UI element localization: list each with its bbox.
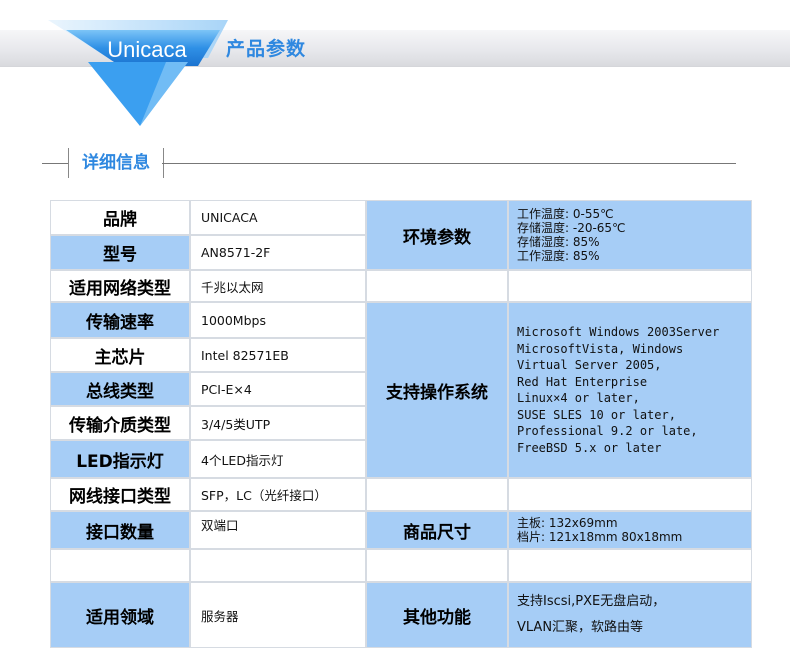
value-speed: 1000Mbps	[190, 302, 366, 338]
label-speed: 传输速率	[50, 302, 190, 338]
label-model: 型号	[50, 235, 190, 270]
divider-right	[162, 163, 736, 164]
value-port-count: 双端口	[190, 511, 366, 549]
label-led: LED指示灯	[50, 440, 190, 478]
label-os: 支持操作系统	[366, 302, 508, 478]
divider-left	[42, 163, 68, 164]
label-port-count: 接口数量	[50, 511, 190, 549]
label-bus: 总线类型	[50, 372, 190, 406]
label-chip: 主芯片	[50, 338, 190, 372]
value-brand: UNICACA	[190, 200, 366, 235]
label-right-empty-2	[366, 478, 508, 511]
value-os: Microsoft Windows 2003Server MicrosoftVi…	[508, 302, 752, 478]
label-port-type: 网线接口类型	[50, 478, 190, 511]
label-right-empty-3	[366, 549, 508, 582]
value-application: 服务器	[190, 582, 366, 648]
badge-shape	[48, 20, 228, 126]
label-empty	[50, 549, 190, 582]
label-brand: 品牌	[50, 200, 190, 235]
value-other-features: 支持Iscsi,PXE无盘启动， VLAN汇聚，软路由等	[508, 582, 752, 648]
value-right-empty-3	[508, 549, 752, 582]
value-media: 3/4/5类UTP	[190, 406, 366, 440]
label-media: 传输介质类型	[50, 406, 190, 440]
value-empty	[190, 549, 366, 582]
label-right-empty-1	[366, 270, 508, 302]
value-led: 4个LED指示灯	[190, 440, 366, 478]
detail-label: 详细信息	[68, 148, 164, 178]
value-environment: 工作温度: 0-55℃ 存储温度: -20-65℃ 存储湿度: 85% 工作湿度…	[508, 200, 752, 270]
label-network-type: 适用网络类型	[50, 270, 190, 302]
brand-badge: Unicaca	[48, 0, 238, 128]
value-size: 主板: 132x69mm 档片: 121x18mm 80x18mm	[508, 511, 752, 549]
label-environment: 环境参数	[366, 200, 508, 270]
spec-table: 品牌 型号 适用网络类型 传输速率 主芯片 总线类型 传输介质类型 LED指示灯…	[50, 200, 752, 648]
value-right-empty-1	[508, 270, 752, 302]
label-other-features: 其他功能	[366, 582, 508, 648]
brand-name: Unicaca	[107, 37, 187, 62]
label-size: 商品尺寸	[366, 511, 508, 549]
value-bus: PCI-E×4	[190, 372, 366, 406]
label-application: 适用领域	[50, 582, 190, 648]
value-model: AN8571-2F	[190, 235, 366, 270]
value-port-type: SFP，LC（光纤接口）	[190, 478, 366, 511]
section-title: 产品参数	[226, 38, 307, 60]
value-network-type: 千兆以太网	[190, 270, 366, 302]
value-right-empty-2	[508, 478, 752, 511]
value-chip: Intel 82571EB	[190, 338, 366, 372]
